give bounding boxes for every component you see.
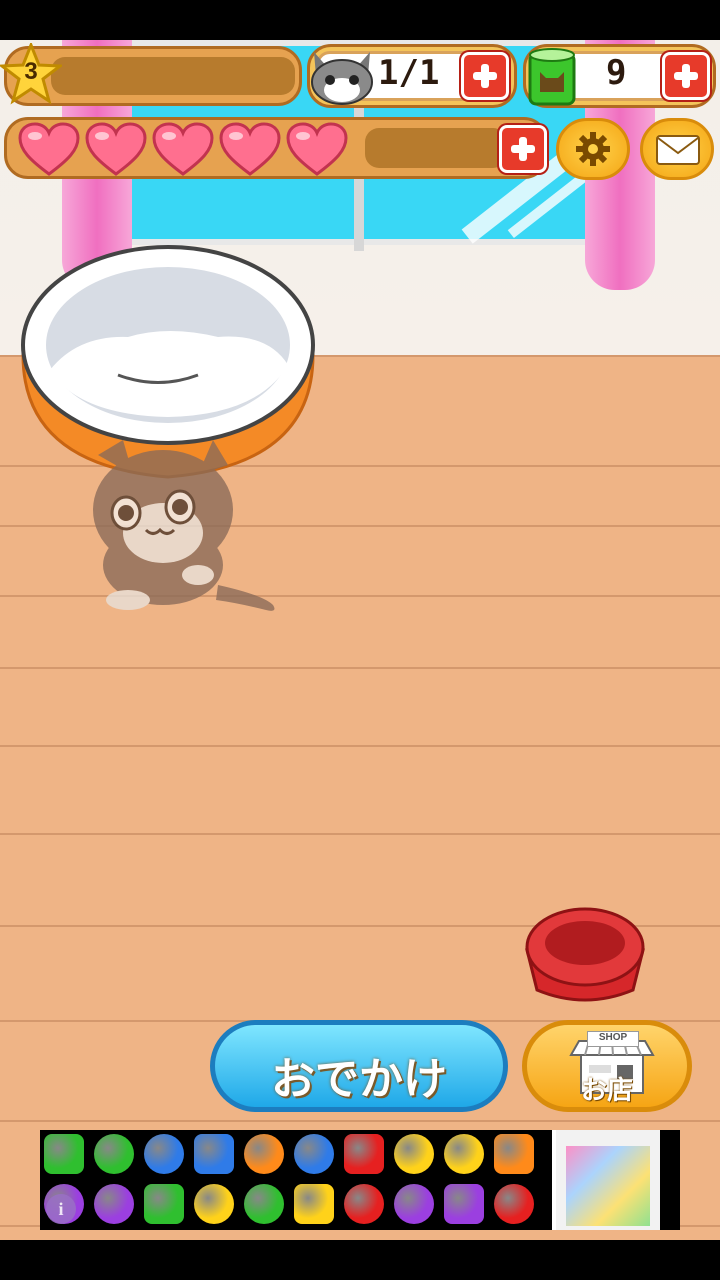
add-hearts-button[interactable] [499, 125, 547, 173]
candy-icon [494, 1184, 534, 1224]
candy-icon [144, 1184, 184, 1224]
settings-button[interactable] [556, 118, 630, 180]
ad-info-icon[interactable]: i [46, 1194, 76, 1224]
game-screen: 3 1/1 9 おでかけ SHOP お店 i [0, 40, 720, 1240]
cat-food-count: 9 [606, 53, 627, 93]
candy-icon [244, 1184, 284, 1224]
shop-sign: SHOP [587, 1031, 639, 1047]
heart-icon [219, 122, 281, 176]
heart-icon [286, 122, 348, 176]
candy-icon [344, 1184, 384, 1224]
mail-button[interactable] [640, 118, 714, 180]
outing-button[interactable]: おでかけ [210, 1020, 508, 1112]
add-cat-food-button[interactable] [662, 52, 710, 100]
level-star-icon: 3 [0, 40, 65, 105]
food-bowl[interactable] [522, 905, 648, 1005]
hearts-row [18, 120, 358, 180]
candy-icon [294, 1184, 334, 1224]
candy-icon [394, 1134, 434, 1174]
candy-icon [444, 1184, 484, 1224]
cat-food-can-icon [528, 48, 576, 106]
heart-icon [152, 122, 214, 176]
heart-icon [85, 122, 147, 176]
candy-icon [444, 1134, 484, 1174]
candy-icon [394, 1184, 434, 1224]
add-cat-button[interactable] [461, 52, 509, 100]
candy-icon [344, 1134, 384, 1174]
gear-icon [576, 132, 610, 166]
candy-icon [194, 1184, 234, 1224]
level-number: 3 [24, 58, 38, 85]
outing-button-label: おでかけ [271, 1054, 447, 1105]
envelope-icon [656, 135, 700, 165]
candy-icon [244, 1134, 284, 1174]
candy-icon [44, 1134, 84, 1174]
candy-icon [94, 1134, 134, 1174]
shop-button-label: お店 [580, 1076, 633, 1106]
cat-face-icon [311, 52, 373, 105]
ad-banner[interactable]: i [40, 1130, 680, 1230]
candy-icon [194, 1134, 234, 1174]
candy-icon [144, 1134, 184, 1174]
candy-icon [94, 1184, 134, 1224]
shop-button[interactable]: SHOP お店 [522, 1020, 692, 1112]
ad-phone-preview [552, 1130, 660, 1230]
heart-icon [18, 122, 80, 176]
cat-character[interactable] [88, 435, 283, 615]
cat-count: 1/1 [378, 53, 440, 93]
candy-icon [294, 1134, 334, 1174]
candy-icon [494, 1134, 534, 1174]
